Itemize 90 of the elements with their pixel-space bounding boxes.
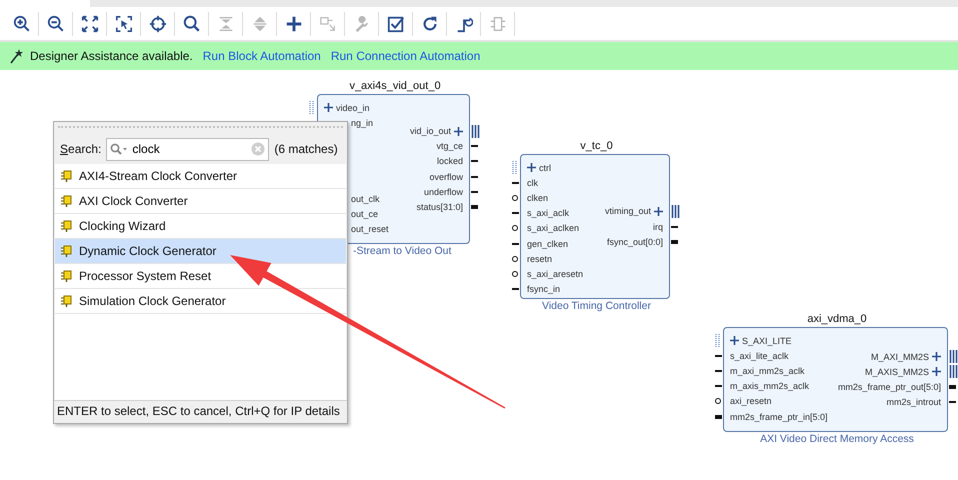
port-label: underflow xyxy=(424,186,463,197)
ip-block[interactable]: S_AXI_LITE s_axi_lite_aclk m_axi_mm2s_aclk m_axis_mm2s_aclk axi_resetn mm2s_frame_ptr_in[5:0] M_AXI_MM2S M_AXIS_MM2S mm2s_frame_ptr_out[5:0] mm2s_introut xyxy=(723,327,948,432)
interface-pin-icon[interactable] xyxy=(671,204,680,218)
inverted-pin-icon[interactable] xyxy=(715,398,721,404)
ip-core-icon xyxy=(61,220,73,232)
checkbox-icon[interactable] xyxy=(386,15,404,33)
zoom-in-icon[interactable] xyxy=(12,15,30,33)
port-label: video_in xyxy=(336,102,370,113)
search-label: Search: xyxy=(60,142,102,156)
interface-pin-icon[interactable] xyxy=(309,101,315,114)
inverted-pin-icon[interactable] xyxy=(512,225,518,232)
bus-pin-icon[interactable] xyxy=(471,204,478,209)
port-label: axi_resetn xyxy=(730,396,772,406)
block-name: v_tc_0 xyxy=(580,139,613,154)
port-label: vid_io_out xyxy=(410,126,451,136)
block-type: AXI Video Direct Memory Access xyxy=(760,432,914,447)
port-label: fsync_out[0:0] xyxy=(606,236,663,247)
port-label: out_ce xyxy=(351,208,378,219)
port-label: vtiming_out xyxy=(604,206,651,216)
ip-core-icon xyxy=(61,245,73,257)
plus-icon[interactable] xyxy=(730,336,739,346)
inverted-pin-icon[interactable] xyxy=(512,270,518,277)
automation-link[interactable]: Run Block Automation xyxy=(202,49,321,63)
plus-icon[interactable] xyxy=(932,352,941,362)
bus-pin-icon[interactable] xyxy=(715,414,722,419)
search-field[interactable]: clock xyxy=(106,138,270,160)
inverted-pin-icon[interactable] xyxy=(512,256,518,262)
automation-link[interactable]: Run Connection Automation xyxy=(330,49,480,63)
port-label: M_AXIS_MM2S xyxy=(864,366,929,377)
interface-pin-icon[interactable] xyxy=(949,350,958,364)
search-icon[interactable] xyxy=(182,15,200,33)
port-label: ctrl xyxy=(539,162,551,173)
port-label: ng_in xyxy=(351,118,374,128)
ip-block[interactable]: ctrl clk clken s_axi_aclk s_axi_aclken gen_clken resetn s_axi_aresetn fsync_in vtiming_out irq fsync_out[0:0] xyxy=(520,154,670,299)
crosshair-icon[interactable] xyxy=(148,15,166,33)
search-icon[interactable] xyxy=(110,143,128,155)
interface-pin-icon[interactable] xyxy=(715,334,721,348)
select-area-icon[interactable] xyxy=(114,15,132,33)
block-type: -Stream to Video Out xyxy=(353,244,452,259)
port-label: locked xyxy=(436,156,463,166)
port-label: mm2s_frame_ptr_out[5:0] xyxy=(838,382,941,392)
interface-pin-icon[interactable] xyxy=(949,365,958,378)
port-label: S_AXI_LITE xyxy=(742,336,792,346)
search-input[interactable]: clock xyxy=(132,142,232,156)
block-name: axi_vdma_0 xyxy=(807,312,867,327)
port-label: s_axi_aclken xyxy=(527,223,580,234)
ip-core-icon xyxy=(61,270,73,282)
port-label: out_clk xyxy=(351,194,380,204)
port-label: gen_clken xyxy=(527,238,568,249)
port-label: s_axi_aclk xyxy=(527,208,570,218)
refresh-icon[interactable] xyxy=(420,15,438,33)
loop-icon[interactable] xyxy=(454,15,472,33)
block-type: Video Timing Controller xyxy=(542,299,651,314)
port-label: m_axi_mm2s_aclk xyxy=(730,366,805,376)
interface-pin-icon[interactable] xyxy=(471,124,480,138)
hint-text: ENTER to select, ESC to cancel, Ctrl+Q for IP details xyxy=(54,400,347,423)
plus-icon[interactable] xyxy=(324,103,333,112)
plus-icon[interactable] xyxy=(932,367,941,376)
fit-view-icon[interactable] xyxy=(80,15,98,33)
port-label: vtg_ce xyxy=(436,141,463,152)
port-label: fsync_in xyxy=(527,284,560,294)
port-label: m_axis_mm2s_aclk xyxy=(730,381,810,392)
port-label: status[31:0] xyxy=(416,202,463,212)
port-label: overflow xyxy=(429,172,463,182)
port-label: s_axi_aresetn xyxy=(527,268,584,279)
plus-icon[interactable] xyxy=(527,163,536,172)
port-label: irq xyxy=(652,222,663,232)
ip-core-icon xyxy=(61,295,73,307)
port-label: mm2s_frame_ptr_in[5:0] xyxy=(730,412,828,422)
port-label: M_AXI_MM2S xyxy=(870,352,929,362)
bus-pin-icon[interactable] xyxy=(949,385,956,390)
port-label: s_axi_lite_aclk xyxy=(730,350,789,361)
port-label: clk xyxy=(527,178,538,188)
block-name: v_axi4s_vid_out_0 xyxy=(349,79,441,94)
plus-icon[interactable] xyxy=(654,206,663,216)
assistance-message: Designer Assistance available. xyxy=(30,49,193,63)
ip-core-icon xyxy=(61,170,73,182)
inverted-pin-icon[interactable] xyxy=(512,194,518,201)
port-label: mm2s_introut xyxy=(886,397,941,408)
ip-list-item[interactable]: Dynamic Clock Generator xyxy=(55,239,346,264)
port-label: out_reset xyxy=(351,224,389,234)
zoom-out-icon[interactable] xyxy=(46,15,64,33)
add-icon[interactable] xyxy=(284,15,302,33)
plus-icon[interactable] xyxy=(454,126,463,136)
interface-pin-icon[interactable] xyxy=(512,161,518,174)
port-label: clken xyxy=(527,192,548,203)
bus-pin-icon[interactable] xyxy=(671,240,678,244)
ip-core-icon xyxy=(61,195,73,207)
wand-icon xyxy=(10,48,24,64)
port-label: resetn xyxy=(527,254,552,264)
